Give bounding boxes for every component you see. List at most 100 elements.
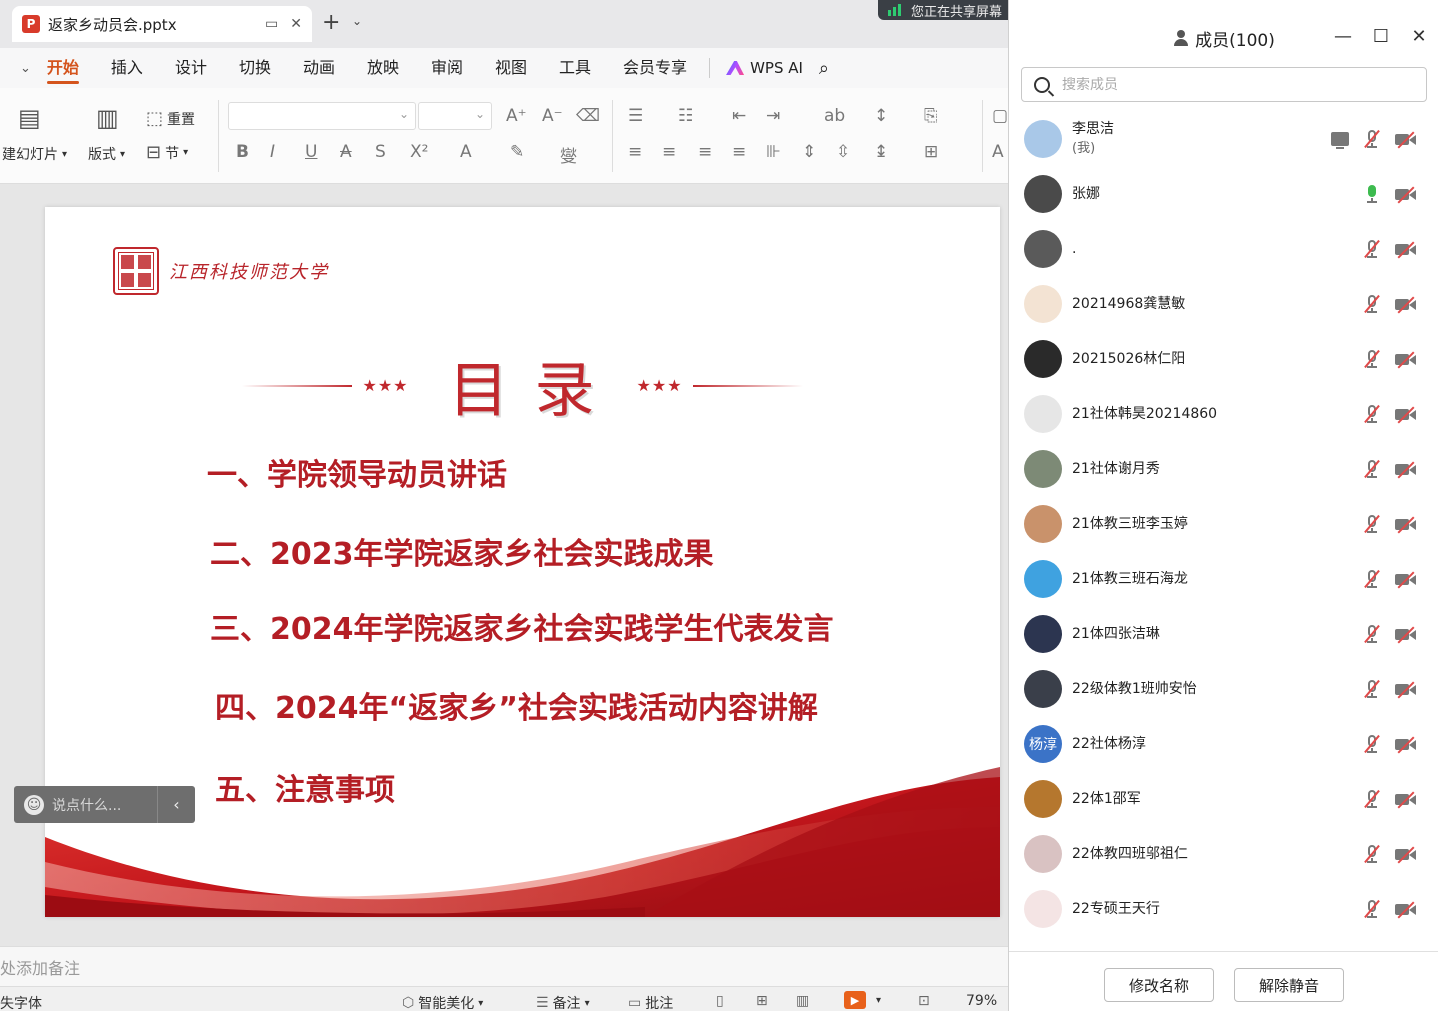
camera-off-icon[interactable] [1395,625,1417,644]
mic-muted-icon[interactable] [1363,789,1381,809]
fit-window-icon[interactable]: ⊡ [918,993,930,1009]
camera-off-icon[interactable] [1395,460,1417,479]
camera-off-icon[interactable] [1395,790,1417,809]
mic-muted-icon[interactable] [1363,514,1381,534]
menu-chevron-icon[interactable]: ⌄ [0,61,31,76]
shape-icon[interactable]: ▢ [992,106,1008,126]
maximize-icon[interactable]: ☐ [1369,26,1393,47]
reading-view-icon[interactable]: ▥ [796,993,809,1009]
camera-off-icon[interactable] [1395,405,1417,424]
member-row[interactable]: 22级体教1班帅安怡 [1009,661,1438,716]
member-list[interactable]: 李思洁 (我) 张娜. 20214968龚慧敏 20215026林仁阳 21社体韩昊202… [1009,111,1438,951]
camera-off-icon[interactable] [1395,185,1417,204]
document-tab[interactable]: P 返家乡动员会.pptx ▭ ✕ [12,6,312,42]
bullet-list-icon[interactable]: ☰ [628,106,643,126]
wps-ai-button[interactable]: WPS AI [716,59,813,77]
camera-off-icon[interactable] [1395,735,1417,754]
emoji-icon[interactable]: ☺ [24,794,44,815]
line-spacing-icon[interactable]: ⇕ [802,142,816,162]
member-row[interactable]: 21体教三班李玉婷 [1009,496,1438,551]
search-icon[interactable]: ⌕ [819,58,829,79]
share-banner[interactable]: 您正在共享屏幕 [878,0,1008,20]
menu-member[interactable]: 会员专享 [607,48,703,88]
notes-area[interactable]: 处添加备注 [0,946,1008,986]
text-frame-icon[interactable]: A [992,142,1004,162]
member-row[interactable]: . [1009,221,1438,276]
search-input[interactable] [1062,76,1426,93]
rename-button[interactable]: 修改名称 [1104,968,1214,1002]
increase-indent-icon[interactable]: ⇥ [766,106,780,126]
justify-icon[interactable]: ≡ [732,142,746,162]
close-icon[interactable]: ✕ [1407,26,1431,47]
font-color-icon[interactable]: A [460,142,472,162]
font-shrink-icon[interactable]: A⁻ [542,106,563,126]
menu-home[interactable]: 开始 [31,48,95,88]
comment-box[interactable]: ☺ 说点什么... ‹ [14,786,195,823]
member-row[interactable]: 21体教三班石海龙 [1009,551,1438,606]
menu-insert[interactable]: 插入 [95,48,159,88]
mic-muted-icon[interactable] [1363,459,1381,479]
camera-off-icon[interactable] [1395,845,1417,864]
member-row[interactable]: 杨淳 22社体杨淳 [1009,716,1438,771]
italic-icon[interactable]: I [270,142,275,162]
decrease-indent-icon[interactable]: ⇤ [732,106,746,126]
shadow-icon[interactable]: S [375,142,386,162]
new-slide-icon[interactable]: ▤ [18,104,41,132]
menu-tools[interactable]: 工具 [543,48,607,88]
camera-off-icon[interactable] [1395,295,1417,314]
menu-animation[interactable]: 动画 [287,48,351,88]
numbered-list-icon[interactable]: ☷ [678,106,693,126]
font-size-select[interactable]: ⌄ [418,102,492,130]
font-name-select[interactable]: ⌄ [228,102,416,130]
align-right-icon[interactable]: ≡ [698,142,712,162]
minimize-icon[interactable]: — [1331,26,1355,47]
mic-muted-icon[interactable] [1363,349,1381,369]
mic-muted-icon[interactable] [1363,569,1381,589]
spacing-icon[interactable]: ↨ [874,142,888,162]
camera-off-icon[interactable] [1395,515,1417,534]
menu-transition[interactable]: 切换 [223,48,287,88]
member-row[interactable]: 21体四张洁琳 [1009,606,1438,661]
char-spacing-icon[interactable]: 燮 [560,142,577,167]
camera-off-icon[interactable] [1395,130,1417,149]
grid-view-icon[interactable]: ⊞ [756,993,768,1009]
mic-muted-icon[interactable] [1363,239,1381,259]
search-box[interactable] [1021,67,1427,102]
close-tab-icon[interactable]: ✕ [290,16,302,32]
strikethrough-icon[interactable]: A [340,142,352,162]
reset-button[interactable]: ⬚ 重置 [146,108,195,129]
member-row[interactable]: 22体教四班邬祖仁 [1009,826,1438,881]
camera-off-icon[interactable] [1395,900,1417,919]
align-center-icon[interactable]: ≡ [662,142,676,162]
member-row[interactable]: 21社体韩昊20214860 [1009,386,1438,441]
member-row[interactable]: 21社体谢月秀 [1009,441,1438,496]
text-direction-icon[interactable]: ab [824,106,845,126]
sort-icon[interactable]: ↕ [874,106,888,126]
mic-muted-icon[interactable] [1363,734,1381,754]
highlight-icon[interactable]: ✎ [510,142,524,162]
member-row[interactable]: 22专硕王天行 [1009,881,1438,936]
member-row[interactable]: 22体1邵军 [1009,771,1438,826]
chevron-down-icon[interactable]: ⌄ [352,14,362,28]
mic-on-icon[interactable] [1363,184,1381,204]
layout-button[interactable]: 版式 ▾ [88,144,125,164]
zoom-level[interactable]: 79% [966,993,997,1009]
window-icon[interactable]: ▭ [265,16,278,32]
bold-icon[interactable]: B [236,142,249,162]
section-button[interactable]: ⊟ 节 ▾ [146,142,188,163]
camera-off-icon[interactable] [1395,240,1417,259]
unmute-button[interactable]: 解除静音 [1234,968,1344,1002]
paragraph-spacing-icon[interactable]: ⇳ [836,142,850,162]
member-row[interactable]: 张娜 [1009,166,1438,221]
layout-icon[interactable]: ▥ [96,104,119,132]
underline-icon[interactable]: U [305,142,317,162]
eraser-icon[interactable]: ⌫ [576,106,600,126]
new-tab-icon[interactable]: + [322,10,340,35]
member-row[interactable]: 李思洁 (我) [1009,111,1438,166]
menu-slideshow[interactable]: 放映 [351,48,415,88]
member-row[interactable]: 20215026林仁阳 [1009,331,1438,386]
collapse-icon[interactable]: ‹ [157,786,195,823]
mic-muted-icon[interactable] [1363,294,1381,314]
font-grow-icon[interactable]: A⁺ [506,106,527,126]
new-slide-button[interactable]: 建幻灯片 ▾ [2,144,67,164]
